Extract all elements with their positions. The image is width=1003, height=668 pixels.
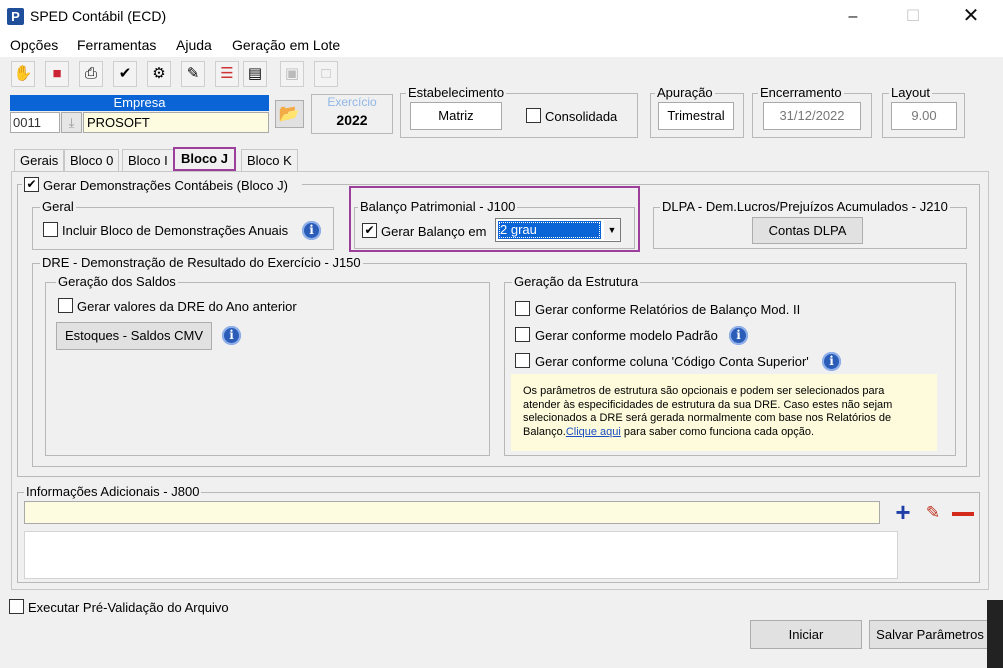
tab-gerais[interactable]: Gerais — [14, 149, 65, 171]
estrutura-note: Os parâmetros de estrutura são opcionais… — [511, 374, 937, 451]
consolidada-checkbox[interactable] — [526, 108, 541, 123]
modelo-padrao-checkbox[interactable] — [515, 327, 530, 342]
exercicio-value[interactable]: 2022 — [311, 112, 393, 128]
estabelecimento-label: Estabelecimento — [406, 85, 507, 100]
estoques-saldos-button[interactable]: Estoques - Saldos CMV — [56, 322, 212, 350]
grau-selected-value[interactable]: 2 grau — [498, 221, 601, 239]
document-icon[interactable]: ▤ — [243, 61, 267, 87]
empresa-name-field[interactable]: PROSOFT — [83, 112, 269, 133]
note-last-prefix: Balanço. — [523, 425, 566, 438]
note-line: Balanço.Clique aqui para saber como func… — [523, 426, 937, 440]
tab-bloco-k[interactable]: Bloco K — [241, 149, 298, 171]
menu-opcoes[interactable]: Opções — [10, 37, 58, 53]
pre-validacao-checkbox[interactable] — [9, 599, 24, 614]
remove-icon[interactable] — [952, 512, 974, 516]
layout-label: Layout — [889, 85, 933, 100]
relatorios-balanco-label: Gerar conforme Relatórios de Balanço Mod… — [535, 302, 801, 317]
incluir-bloco-checkbox[interactable] — [43, 222, 58, 237]
gerar-balanco-label: Gerar Balanço em — [381, 224, 487, 239]
pre-validacao-label: Executar Pré-Validação do Arquivo — [28, 600, 229, 615]
gerar-valores-dre-checkbox[interactable] — [58, 298, 73, 313]
iniciar-button[interactable]: Iniciar — [750, 620, 862, 649]
add-icon[interactable]: + — [892, 499, 914, 525]
close-icon[interactable]: ✕ — [948, 0, 994, 33]
dre-label: DRE - Demonstração de Resultado do Exerc… — [40, 255, 363, 270]
estabelecimento-field[interactable]: Matriz — [410, 102, 502, 130]
info-adicionais-list[interactable] — [24, 531, 898, 579]
gerar-demonstracoes-checkbox[interactable]: ✔ — [24, 177, 39, 192]
window-edge — [987, 600, 1003, 668]
saldos-label: Geração dos Saldos — [56, 274, 178, 289]
consolidada-label: Consolidada — [545, 109, 618, 124]
tree-icon[interactable]: ■ — [45, 61, 69, 87]
app-icon: P — [7, 8, 24, 25]
disabled-icon[interactable]: □ — [314, 61, 338, 87]
apuracao-label: Apuração — [655, 85, 715, 100]
edit-icon[interactable]: ✎ — [922, 502, 944, 524]
gerar-valores-dre-label: Gerar valores da DRE do Ano anterior — [77, 299, 297, 314]
incluir-bloco-label: Incluir Bloco de Demonstrações Anuais — [62, 223, 289, 238]
chevron-down-icon[interactable]: ▼ — [604, 220, 620, 240]
info-adicionais-label: Informações Adicionais - J800 — [24, 484, 202, 499]
balanco-label: Balanço Patrimonial - J100 — [358, 199, 518, 214]
exercicio-label: Exercício — [327, 95, 377, 109]
geral-label: Geral — [40, 199, 76, 214]
gerar-balanco-checkbox[interactable]: ✔ — [362, 223, 377, 238]
empresa-lookup-button[interactable]: ⤓ — [61, 112, 82, 133]
contas-dlpa-button[interactable]: Contas DLPA — [752, 217, 863, 244]
codigo-conta-superior-checkbox[interactable] — [515, 353, 530, 368]
dlpa-label: DLPA - Dem.Lucros/Prejuízos Acumulados -… — [660, 199, 950, 214]
hand-icon[interactable]: ✋ — [11, 61, 35, 87]
check-icon[interactable]: ✔ — [113, 61, 137, 87]
cube-icon[interactable]: ▣ — [280, 61, 304, 87]
note-line: selecionados a DRE será gerada normalmen… — [523, 412, 892, 424]
window-title: SPED Contábil (ECD) — [30, 8, 167, 24]
folder-open-icon[interactable]: 📂 — [275, 100, 304, 128]
apuracao-field[interactable]: Trimestral — [658, 102, 734, 130]
clique-aqui-link[interactable]: Clique aqui — [566, 426, 621, 438]
codigo-conta-superior-label: Gerar conforme coluna 'Código Conta Supe… — [535, 354, 809, 369]
tab-bloco-j[interactable]: Bloco J — [173, 147, 236, 171]
menu-ferramentas[interactable]: Ferramentas — [77, 37, 156, 53]
gears-icon[interactable]: ⚙ — [147, 61, 171, 87]
encerramento-label: Encerramento — [758, 85, 844, 100]
minimize-icon[interactable]: – — [830, 0, 876, 33]
info-icon[interactable]: i — [222, 326, 241, 345]
info-adicionais-input[interactable] — [24, 501, 880, 524]
info-icon[interactable]: i — [302, 221, 321, 240]
empresa-code-field[interactable]: 0011 — [10, 112, 60, 133]
layout-field[interactable]: 9.00 — [891, 102, 957, 130]
printer-icon[interactable]: ⎙ — [79, 61, 103, 87]
salvar-parametros-button[interactable]: Salvar Parâmetros — [869, 620, 991, 649]
edit-icon[interactable]: ✎ — [181, 61, 205, 87]
note-line: Os parâmetros de estrutura são opcionais… — [523, 385, 885, 397]
maximize-icon[interactable]: ☐ — [890, 0, 936, 33]
note-line: atender às especificidades de estrutura … — [523, 398, 893, 411]
modelo-padrao-label: Gerar conforme modelo Padrão — [535, 328, 718, 343]
info-icon[interactable]: i — [729, 326, 748, 345]
empresa-label: Empresa — [10, 95, 269, 111]
gerar-demonstracoes-label: Gerar Demonstrações Contábeis (Bloco J) — [43, 178, 288, 193]
note-last-suffix: para saber como funciona cada opção. — [620, 425, 815, 438]
menu-geracao-em-lote[interactable]: Geração em Lote — [232, 37, 340, 53]
estrutura-label: Geração da Estrutura — [512, 274, 641, 289]
tab-bloco-i[interactable]: Bloco I — [122, 149, 174, 171]
tab-bloco-0[interactable]: Bloco 0 — [64, 149, 120, 171]
encerramento-field[interactable]: 31/12/2022 — [763, 102, 861, 130]
info-icon[interactable]: i — [822, 352, 841, 371]
menu-ajuda[interactable]: Ajuda — [176, 37, 212, 53]
list-icon[interactable]: ☰ — [215, 61, 239, 87]
relatorios-balanco-checkbox[interactable] — [515, 301, 530, 316]
